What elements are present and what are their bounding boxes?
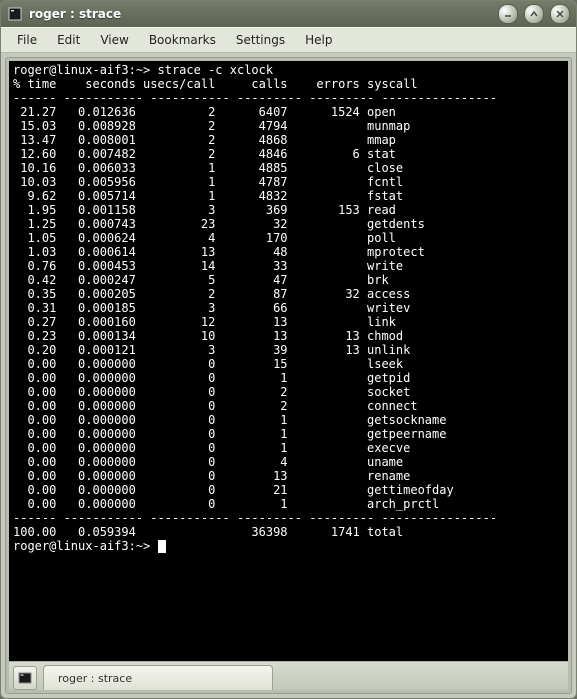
maximize-button[interactable] — [524, 4, 544, 24]
menu-view[interactable]: View — [90, 30, 138, 50]
app-icon — [7, 6, 23, 22]
menu-edit[interactable]: Edit — [47, 30, 90, 50]
terminal-icon — [18, 671, 32, 685]
tab-active[interactable]: roger : strace — [43, 665, 273, 690]
tabbar: roger : strace — [9, 661, 568, 690]
menu-help[interactable]: Help — [295, 30, 342, 50]
cursor — [158, 540, 166, 553]
titlebar[interactable]: roger : strace — [1, 1, 576, 27]
menubar: FileEditViewBookmarksSettingsHelp — [1, 27, 576, 53]
terminal[interactable]: roger@linux-aif3:~> strace -c xclock % t… — [9, 61, 568, 661]
content-frame: roger@linux-aif3:~> strace -c xclock % t… — [5, 57, 572, 694]
tab-label: roger : strace — [58, 672, 132, 685]
app-window: roger : strace FileEditViewBookmarksSett… — [0, 0, 577, 699]
menu-settings[interactable]: Settings — [226, 30, 295, 50]
window-title: roger : strace — [29, 7, 121, 21]
menu-bookmarks[interactable]: Bookmarks — [139, 30, 226, 50]
minimize-button[interactable] — [498, 4, 518, 24]
menu-file[interactable]: File — [7, 30, 47, 50]
close-button[interactable] — [550, 4, 570, 24]
new-tab-button[interactable] — [13, 666, 37, 690]
